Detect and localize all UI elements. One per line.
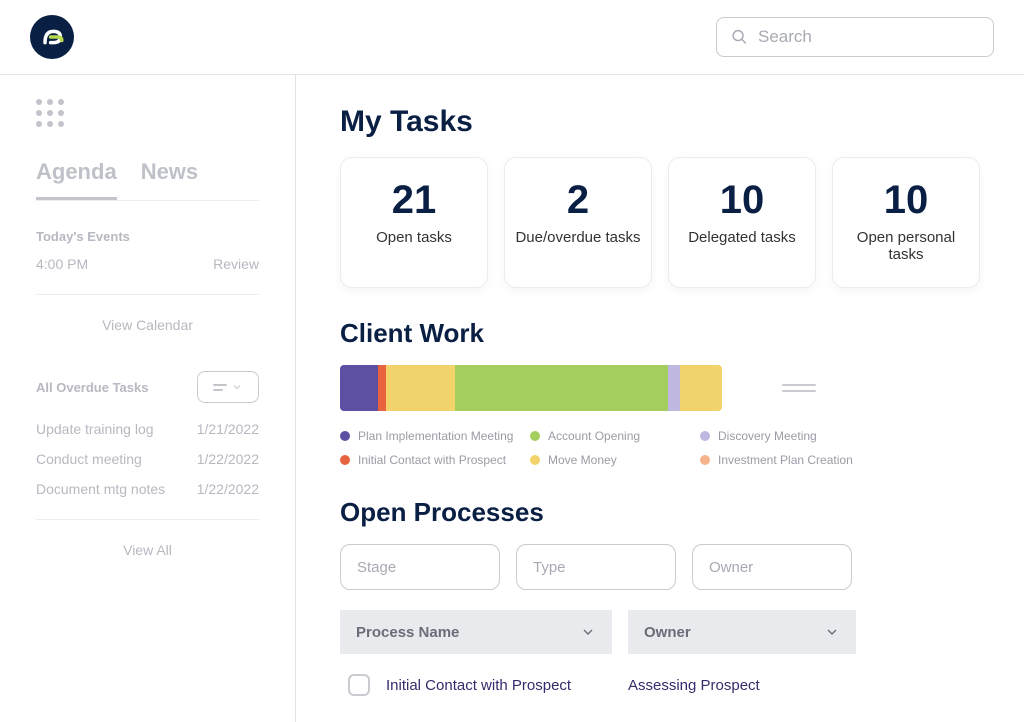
legend-dot xyxy=(700,431,710,441)
tab-agenda[interactable]: Agenda xyxy=(36,159,117,200)
bar-segment[interactable] xyxy=(340,365,378,411)
overdue-filter-button[interactable] xyxy=(197,371,259,403)
cell-process: Initial Contact with Prospect xyxy=(386,677,612,694)
legend-item: Plan Implementation Meeting xyxy=(340,429,530,443)
card-open-tasks[interactable]: 21 Open tasks xyxy=(340,157,488,288)
legend-label: Account Opening xyxy=(548,429,640,443)
th-owner[interactable]: Owner xyxy=(628,610,856,654)
th-label: Process Name xyxy=(356,624,459,641)
overdue-task-date: 1/22/2022 xyxy=(197,481,259,497)
legend-label: Initial Contact with Prospect xyxy=(358,453,506,467)
chevron-down-icon xyxy=(824,624,840,640)
legend-item: Discovery Meeting xyxy=(700,429,910,443)
card-delegated[interactable]: 10 Delegated tasks xyxy=(668,157,816,288)
card-label: Open personal tasks xyxy=(841,229,971,263)
overdue-task-row[interactable]: Update training log 1/21/2022 xyxy=(36,421,259,437)
legend-item: Investment Plan Creation xyxy=(700,453,910,467)
legend-label: Move Money xyxy=(548,453,617,467)
filter-type[interactable]: Type xyxy=(516,544,676,590)
grip-icon[interactable] xyxy=(36,99,259,127)
overdue-task-title: Update training log xyxy=(36,421,154,437)
overdue-task-row[interactable]: Document mtg notes 1/22/2022 xyxy=(36,481,259,497)
client-work-bar[interactable] xyxy=(340,365,722,411)
open-processes-title: Open Processes xyxy=(340,497,980,528)
bar-segment[interactable] xyxy=(378,365,386,411)
th-label: Owner xyxy=(644,624,691,641)
search-icon xyxy=(731,28,748,46)
view-all-link[interactable]: View All xyxy=(36,542,259,558)
legend-dot xyxy=(340,431,350,441)
filter-owner[interactable]: Owner xyxy=(692,544,852,590)
legend-dot xyxy=(340,455,350,465)
card-label: Open tasks xyxy=(349,229,479,246)
bar-segment[interactable] xyxy=(386,365,455,411)
table-row[interactable]: Initial Contact with Prospect Assessing … xyxy=(340,670,980,700)
overdue-task-date: 1/22/2022 xyxy=(197,451,259,467)
legend-item: Move Money xyxy=(530,453,700,467)
logo-icon xyxy=(38,23,66,51)
card-number: 10 xyxy=(841,178,971,223)
client-work-title: Client Work xyxy=(340,318,980,349)
filter-lines-icon xyxy=(213,384,227,391)
filter-stage[interactable]: Stage xyxy=(340,544,500,590)
view-calendar-link[interactable]: View Calendar xyxy=(36,317,259,333)
card-number: 10 xyxy=(677,178,807,223)
card-number: 2 xyxy=(513,178,643,223)
divider xyxy=(36,294,259,295)
legend-label: Investment Plan Creation xyxy=(718,453,853,467)
sidebar-tabs: Agenda News xyxy=(36,159,259,201)
overdue-task-title: Conduct meeting xyxy=(36,451,142,467)
overdue-task-title: Document mtg notes xyxy=(36,481,165,497)
overdue-heading: All Overdue Tasks xyxy=(36,380,148,395)
legend-label: Plan Implementation Meeting xyxy=(358,429,513,443)
task-cards: 21 Open tasks 2 Due/overdue tasks 10 Del… xyxy=(340,157,980,288)
cell-owner: Assessing Prospect xyxy=(628,677,856,694)
todays-events-heading: Today's Events xyxy=(36,229,259,244)
row-checkbox[interactable] xyxy=(348,674,370,696)
event-title: Review xyxy=(213,256,259,272)
drag-handle-icon[interactable] xyxy=(782,384,816,392)
legend-item: Initial Contact with Prospect xyxy=(340,453,530,467)
legend-label: Discovery Meeting xyxy=(718,429,817,443)
overdue-task-row[interactable]: Conduct meeting 1/22/2022 xyxy=(36,451,259,467)
card-number: 21 xyxy=(349,178,479,223)
logo xyxy=(30,15,74,59)
chevron-down-icon xyxy=(231,381,243,393)
legend-item: Account Opening xyxy=(530,429,700,443)
card-due-overdue[interactable]: 2 Due/overdue tasks xyxy=(504,157,652,288)
main: My Tasks 21 Open tasks 2 Due/overdue tas… xyxy=(296,75,1024,722)
th-process-name[interactable]: Process Name xyxy=(340,610,612,654)
card-personal[interactable]: 10 Open personal tasks xyxy=(832,157,980,288)
legend: Plan Implementation Meeting Account Openi… xyxy=(340,429,980,467)
legend-dot xyxy=(700,455,710,465)
search-box[interactable] xyxy=(716,17,994,57)
tab-news[interactable]: News xyxy=(141,159,198,200)
event-time: 4:00 PM xyxy=(36,256,88,272)
card-label: Due/overdue tasks xyxy=(513,229,643,246)
legend-dot xyxy=(530,431,540,441)
bar-segment[interactable] xyxy=(668,365,679,411)
event-row[interactable]: 4:00 PM Review xyxy=(36,256,259,272)
sidebar: Agenda News Today's Events 4:00 PM Revie… xyxy=(0,75,296,722)
card-label: Delegated tasks xyxy=(677,229,807,246)
chevron-down-icon xyxy=(580,624,596,640)
legend-dot xyxy=(530,455,540,465)
header xyxy=(0,0,1024,75)
overdue-task-date: 1/21/2022 xyxy=(197,421,259,437)
bar-segment[interactable] xyxy=(680,365,722,411)
bar-segment[interactable] xyxy=(455,365,669,411)
divider xyxy=(36,519,259,520)
search-input[interactable] xyxy=(758,27,979,47)
my-tasks-title: My Tasks xyxy=(340,105,980,139)
